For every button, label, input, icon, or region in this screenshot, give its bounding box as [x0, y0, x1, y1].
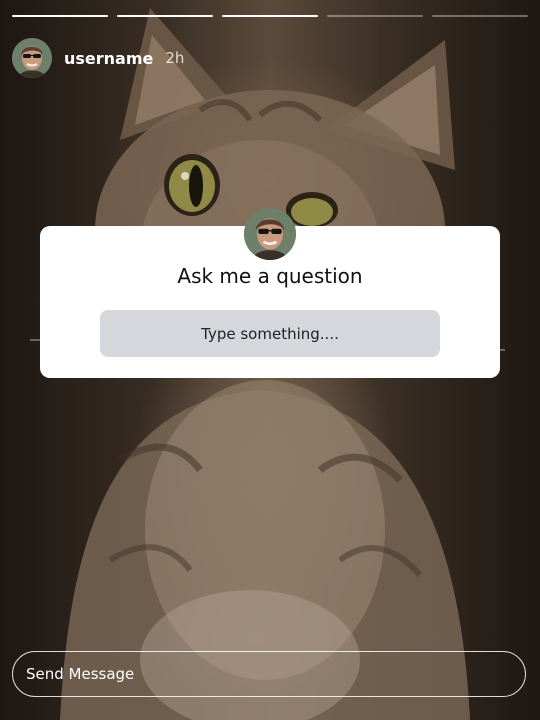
- story-header: username 2h: [12, 38, 184, 78]
- story-timestamp: 2h: [165, 49, 185, 67]
- story-progress-segment: [12, 15, 108, 17]
- story-viewer[interactable]: username 2h Ask me a question Type somet…: [0, 0, 540, 720]
- question-sticker-avatar: [244, 208, 296, 260]
- story-progress-segment: [117, 15, 213, 17]
- send-message-input[interactable]: Send Message: [12, 651, 526, 697]
- question-title: Ask me a question: [177, 264, 363, 288]
- story-progress-fill: [117, 15, 213, 17]
- story-progress-fill: [12, 15, 108, 17]
- story-progress-fill: [222, 15, 318, 17]
- profile-avatar[interactable]: [12, 38, 52, 78]
- story-progress-segment: [327, 15, 423, 17]
- story-progress-bar: [12, 15, 528, 17]
- profile-photo-icon: [244, 208, 296, 260]
- username-label[interactable]: username: [64, 49, 153, 68]
- question-answer-input[interactable]: Type something....: [100, 310, 440, 357]
- story-progress-segment: [432, 15, 528, 17]
- profile-photo-icon: [12, 38, 52, 78]
- story-progress-segment: [222, 15, 318, 17]
